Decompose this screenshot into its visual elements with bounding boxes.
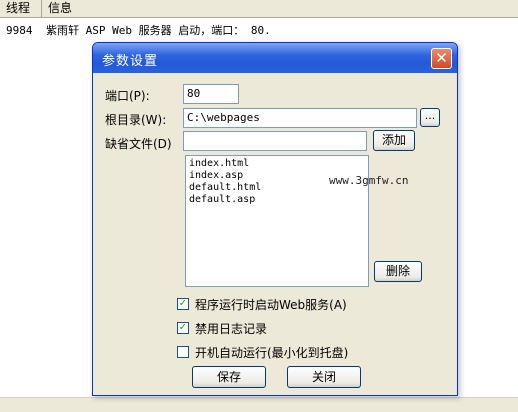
- log-thread-id: 9984: [6, 24, 33, 37]
- checkbox-start-web-service[interactable]: ✓: [177, 298, 189, 310]
- checkbox-autostart-label[interactable]: 开机自动运行(最小化到托盘): [195, 344, 348, 361]
- checkbox-disable-logging[interactable]: ✓: [177, 322, 189, 334]
- port-input[interactable]: 80: [183, 84, 239, 104]
- browse-button[interactable]: ...: [420, 108, 440, 127]
- port-label: 端口(P):: [105, 89, 150, 103]
- column-header-info[interactable]: 信息: [42, 0, 518, 17]
- log-row[interactable]: 9984 紫雨轩 ASP Web 服务器 启动，端口： 80.: [6, 23, 271, 39]
- log-list-header: 线程 信息: [0, 0, 518, 18]
- default-doc-input[interactable]: [183, 131, 367, 151]
- save-button[interactable]: 保存: [192, 366, 266, 388]
- root-dir-input[interactable]: C:\webpages: [183, 108, 417, 128]
- close-icon[interactable]: ✕: [431, 48, 452, 69]
- default-doc-label: 缺省文件(D): [105, 137, 172, 151]
- list-item[interactable]: index.html: [189, 158, 365, 170]
- delete-button[interactable]: 删除: [374, 261, 422, 282]
- column-header-thread[interactable]: 线程: [0, 0, 42, 17]
- checkbox-autostart[interactable]: [177, 346, 189, 358]
- log-message: 紫雨轩 ASP Web 服务器 启动，端口： 80.: [46, 24, 271, 37]
- list-item[interactable]: default.asp: [189, 194, 365, 206]
- settings-dialog: 参数设置 ✕ 端口(P): 80 根目录(W): C:\webpages ...…: [92, 42, 458, 396]
- watermark-text: www.3gmfw.cn: [329, 174, 409, 187]
- checkbox-start-web-service-label[interactable]: 程序运行时启动Web服务(A): [195, 296, 347, 313]
- status-bar: [0, 397, 518, 412]
- close-button[interactable]: 关闭: [287, 366, 361, 388]
- add-button[interactable]: 添加: [373, 130, 415, 151]
- checkbox-disable-logging-label[interactable]: 禁用日志记录: [195, 320, 267, 337]
- root-dir-label: 根目录(W):: [105, 113, 167, 127]
- dialog-title-bar[interactable]: 参数设置 ✕: [93, 43, 457, 73]
- dialog-title: 参数设置: [102, 54, 159, 69]
